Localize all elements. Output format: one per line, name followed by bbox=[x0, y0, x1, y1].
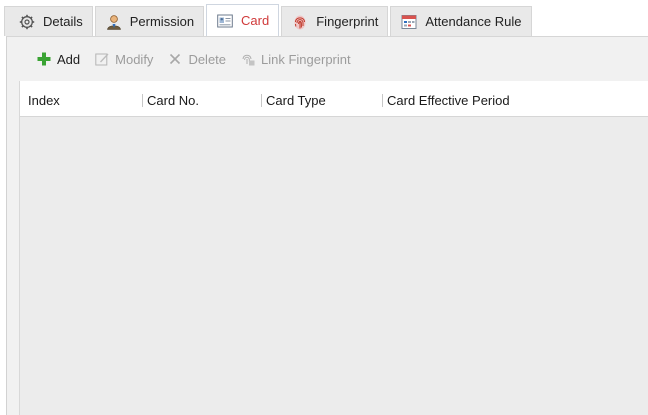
tab-details-label: Details bbox=[43, 14, 83, 29]
link-fingerprint-button-label: Link Fingerprint bbox=[261, 51, 351, 67]
tab-card-label: Card bbox=[241, 13, 270, 28]
delete-button-label: Delete bbox=[188, 51, 227, 67]
plus-icon bbox=[37, 52, 51, 66]
column-header-index-label: Index bbox=[28, 93, 60, 108]
column-divider[interactable] bbox=[142, 94, 143, 107]
column-header-card-type[interactable]: Card Type bbox=[261, 93, 326, 108]
column-header-card-no[interactable]: Card No. bbox=[142, 93, 199, 108]
column-header-card-effective-period-label: Card Effective Period bbox=[387, 93, 510, 108]
column-header-index[interactable]: Index bbox=[28, 93, 60, 108]
column-header-card-no-label: Card No. bbox=[147, 93, 200, 108]
tab-bar: Details Permission Card Fingerprint Atte… bbox=[0, 0, 648, 36]
card-icon bbox=[217, 13, 233, 29]
gear-icon bbox=[19, 14, 35, 30]
fingerprint-link-icon bbox=[241, 52, 255, 66]
table-body bbox=[20, 118, 648, 415]
close-icon bbox=[168, 52, 182, 66]
user-icon bbox=[106, 14, 122, 30]
tab-details[interactable]: Details bbox=[4, 6, 93, 36]
card-management-window: Details Permission Card Fingerprint Atte… bbox=[0, 0, 648, 415]
card-panel: Add Modify Delete Link Fingerprint Index… bbox=[6, 36, 648, 415]
column-header-card-effective-period[interactable]: Card Effective Period bbox=[382, 93, 510, 108]
column-header-card-type-label: Card Type bbox=[266, 93, 326, 108]
tab-card[interactable]: Card bbox=[206, 4, 280, 36]
add-button[interactable]: Add bbox=[37, 52, 80, 67]
column-divider[interactable] bbox=[382, 94, 383, 107]
link-fingerprint-button[interactable]: Link Fingerprint bbox=[241, 52, 351, 67]
tab-attendance-rule[interactable]: Attendance Rule bbox=[390, 6, 532, 36]
calendar-icon bbox=[401, 14, 417, 30]
modify-button[interactable]: Modify bbox=[95, 52, 153, 67]
table-header: Index Card No. Card Type Card Effective … bbox=[20, 81, 648, 117]
tab-fingerprint[interactable]: Fingerprint bbox=[281, 6, 389, 36]
tab-permission-label: Permission bbox=[129, 14, 195, 29]
tab-fingerprint-label: Fingerprint bbox=[316, 14, 379, 29]
tab-attendance-rule-label: Attendance Rule bbox=[425, 14, 522, 29]
add-button-label: Add bbox=[57, 51, 81, 67]
card-table: Index Card No. Card Type Card Effective … bbox=[19, 81, 648, 415]
edit-icon bbox=[95, 52, 109, 66]
toolbar: Add Modify Delete Link Fingerprint bbox=[7, 37, 648, 81]
modify-button-label: Modify bbox=[115, 51, 154, 67]
column-divider[interactable] bbox=[261, 94, 262, 107]
fingerprint-icon bbox=[292, 14, 308, 30]
delete-button[interactable]: Delete bbox=[168, 52, 226, 67]
tab-permission[interactable]: Permission bbox=[94, 6, 205, 36]
